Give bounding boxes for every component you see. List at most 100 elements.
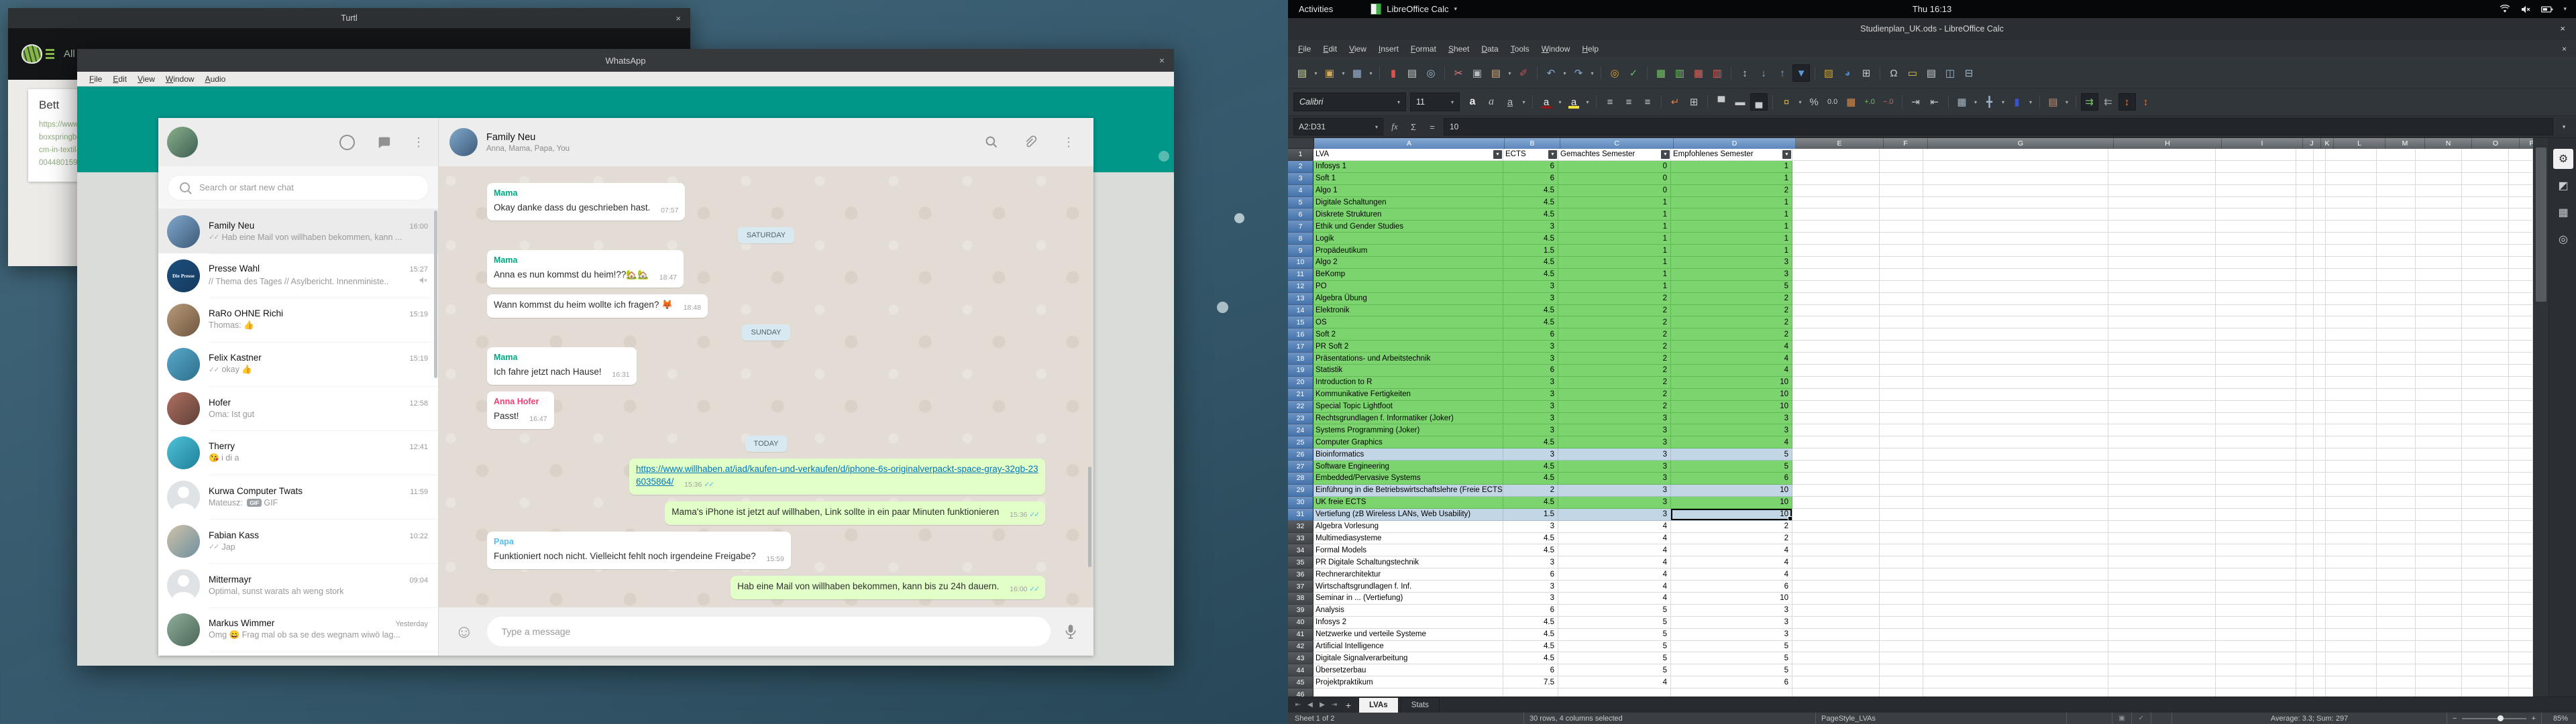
- separator[interactable]: [1647, 66, 1648, 80]
- cell-empfohlenes-semester[interactable]: 1: [1671, 197, 1792, 209]
- cell-lva[interactable]: Seminar in ... (Vertiefung): [1313, 593, 1503, 605]
- cell-ects[interactable]: 4.5: [1503, 533, 1558, 545]
- row-header[interactable]: 46: [1288, 688, 1313, 697]
- message-input[interactable]: Type a message: [487, 617, 1051, 646]
- cell-lva[interactable]: [1313, 688, 1503, 697]
- zoom-level[interactable]: 85%: [2541, 713, 2576, 724]
- cell-ects[interactable]: 3: [1503, 353, 1558, 365]
- print-preview-icon[interactable]: ◎: [1422, 64, 1440, 82]
- dropdown-icon[interactable]: ▾: [1340, 64, 1347, 82]
- first-sheet-icon[interactable]: ⇤: [1292, 701, 1304, 709]
- message-bubble[interactable]: Anna Hofer Passt! 16:47: [487, 391, 554, 429]
- ltr-icon[interactable]: ⇉: [2081, 93, 2098, 111]
- dropdown-icon[interactable]: ▾: [2000, 93, 2007, 111]
- chat-list-item[interactable]: Felix Kastner 15:19 ✓✓ okay 👍: [158, 342, 438, 386]
- row-header[interactable]: 20: [1288, 377, 1313, 389]
- attach-icon[interactable]: [1024, 135, 1037, 149]
- cell-ects[interactable]: 6: [1503, 605, 1558, 617]
- sort-descending-icon[interactable]: ↑: [1774, 64, 1791, 82]
- cell-empfohlenes-semester[interactable]: 3: [1671, 617, 1792, 629]
- headers-footers-icon[interactable]: ▤: [1923, 64, 1940, 82]
- page-style[interactable]: PageStyle_LVAs: [1815, 713, 2066, 724]
- cell-empfohlenes-semester[interactable]: 5: [1671, 461, 1792, 473]
- zoom-out-icon[interactable]: −: [2453, 715, 2457, 723]
- redo-icon[interactable]: ↷: [1570, 64, 1587, 82]
- cell-empfohlenes-semester[interactable]: 10: [1671, 593, 1792, 605]
- cell-gemachtes-semester[interactable]: 5: [1558, 664, 1671, 676]
- menu-kebab-icon[interactable]: ⋮: [413, 136, 425, 148]
- cell-lva[interactable]: Infosys 2: [1313, 617, 1503, 629]
- name-box[interactable]: A2:D31▾: [1293, 118, 1383, 135]
- cell-ects[interactable]: 3: [1503, 556, 1558, 568]
- cell-empfohlenes-semester[interactable]: 4: [1671, 544, 1792, 556]
- expand-formula-icon[interactable]: ▾: [2557, 123, 2571, 131]
- cell-gemachtes-semester[interactable]: 4: [1558, 556, 1671, 568]
- emoji-icon[interactable]: ☺: [455, 623, 474, 641]
- cell-empfohlenes-semester[interactable]: 5: [1671, 281, 1792, 293]
- row-header[interactable]: 15: [1288, 316, 1313, 328]
- separator[interactable]: [1707, 95, 1708, 109]
- message-bubble[interactable]: Papa Funktioniert noch nicht. Vielleicht…: [487, 532, 791, 569]
- zoom-slider[interactable]: − +: [2447, 713, 2541, 724]
- cell-empfohlenes-semester[interactable]: 2: [1671, 533, 1792, 545]
- cell-ects[interactable]: 4.5: [1503, 617, 1558, 629]
- menu-item[interactable]: Edit: [1317, 44, 1343, 54]
- cell-lva[interactable]: PR Digitale Schaltungstechnik: [1313, 556, 1503, 568]
- align-bottom-icon[interactable]: ▄: [1750, 93, 1768, 111]
- cell-empfohlenes-semester[interactable]: 1: [1671, 161, 1792, 173]
- cell-ects[interactable]: 4.5: [1503, 208, 1558, 221]
- insert-image-icon[interactable]: ▨: [1820, 64, 1837, 82]
- cell-ects[interactable]: 4.5: [1503, 436, 1558, 448]
- cell-empfohlenes-semester[interactable]: 2: [1671, 328, 1792, 341]
- autofilter-icon[interactable]: ▼: [1548, 150, 1557, 159]
- cell-lva[interactable]: Computer Graphics: [1313, 436, 1503, 448]
- menu-item[interactable]: View: [132, 74, 160, 84]
- cell-lva[interactable]: Vertiefung (zB Wireless LANs, Web Usabil…: [1313, 509, 1503, 521]
- row-header[interactable]: 22: [1288, 401, 1313, 413]
- percent-format-icon[interactable]: %: [1805, 93, 1823, 111]
- cell-ects[interactable]: 3: [1503, 281, 1558, 293]
- date-format-icon[interactable]: ▦: [1842, 93, 1860, 111]
- cell-gemachtes-semester[interactable]: 5: [1558, 652, 1671, 664]
- column-header[interactable]: G: [1928, 138, 2114, 149]
- row-header[interactable]: 13: [1288, 293, 1313, 305]
- cell-gemachtes-semester[interactable]: 3: [1558, 424, 1671, 436]
- cell-lva[interactable]: Bioinformatics: [1313, 448, 1503, 461]
- function-wizard-icon[interactable]: fx: [1387, 121, 1402, 132]
- cell-empfohlenes-semester[interactable]: 10: [1671, 485, 1792, 497]
- cell-gemachtes-semester[interactable]: 4: [1558, 533, 1671, 545]
- cell-gemachtes-semester[interactable]: 1: [1558, 257, 1671, 269]
- chat-list-item[interactable]: Die Presse Presse Wahl 15:27: [158, 253, 438, 298]
- cell-gemachtes-semester[interactable]: 0: [1558, 173, 1671, 185]
- cell-lva[interactable]: Software Engineering: [1313, 461, 1503, 473]
- cell-ects[interactable]: 6: [1503, 173, 1558, 185]
- menu-item[interactable]: Window: [160, 74, 200, 84]
- column-header[interactable]: F: [1884, 138, 1928, 149]
- cell-b1[interactable]: ECTS▼: [1503, 149, 1558, 161]
- cell-gemachtes-semester[interactable]: 3: [1558, 461, 1671, 473]
- open-icon[interactable]: ▣: [1321, 64, 1338, 82]
- cell-ects[interactable]: 3: [1503, 389, 1558, 401]
- cell-gemachtes-semester[interactable]: 1: [1558, 233, 1671, 245]
- menu-item[interactable]: Window: [1536, 44, 1576, 54]
- cell-gemachtes-semester[interactable]: 3: [1558, 413, 1671, 425]
- user-avatar[interactable]: [167, 127, 198, 158]
- cell-gemachtes-semester[interactable]: 1: [1558, 269, 1671, 281]
- cell-gemachtes-semester[interactable]: 4: [1558, 676, 1671, 688]
- row-arrows-icon[interactable]: ↕: [2118, 93, 2136, 111]
- cell-empfohlenes-semester[interactable]: 3: [1671, 257, 1792, 269]
- cell-ects[interactable]: 4.5: [1503, 197, 1558, 209]
- autofilter-icon[interactable]: ▼: [1792, 64, 1810, 82]
- cell-lva[interactable]: Formal Models: [1313, 544, 1503, 556]
- cell-empfohlenes-semester[interactable]: 4: [1671, 365, 1792, 377]
- cell-gemachtes-semester[interactable]: 3: [1558, 436, 1671, 448]
- zoom-in-icon[interactable]: +: [2532, 715, 2536, 723]
- row-header[interactable]: 43: [1288, 652, 1313, 664]
- cell-lva[interactable]: Wirtschaftsgrundlagen f. Inf.: [1313, 581, 1503, 593]
- cell-a1[interactable]: LVA▼: [1313, 149, 1503, 161]
- freeze-panes-icon[interactable]: ◫: [1941, 64, 1959, 82]
- cell-lva[interactable]: Soft 2: [1313, 328, 1503, 341]
- cell-ects[interactable]: 3: [1503, 377, 1558, 389]
- dropdown-icon[interactable]: ▾: [1556, 93, 1564, 111]
- message-bubble[interactable]: Mama's iPhone ist jetzt auf willhaben, L…: [665, 501, 1045, 525]
